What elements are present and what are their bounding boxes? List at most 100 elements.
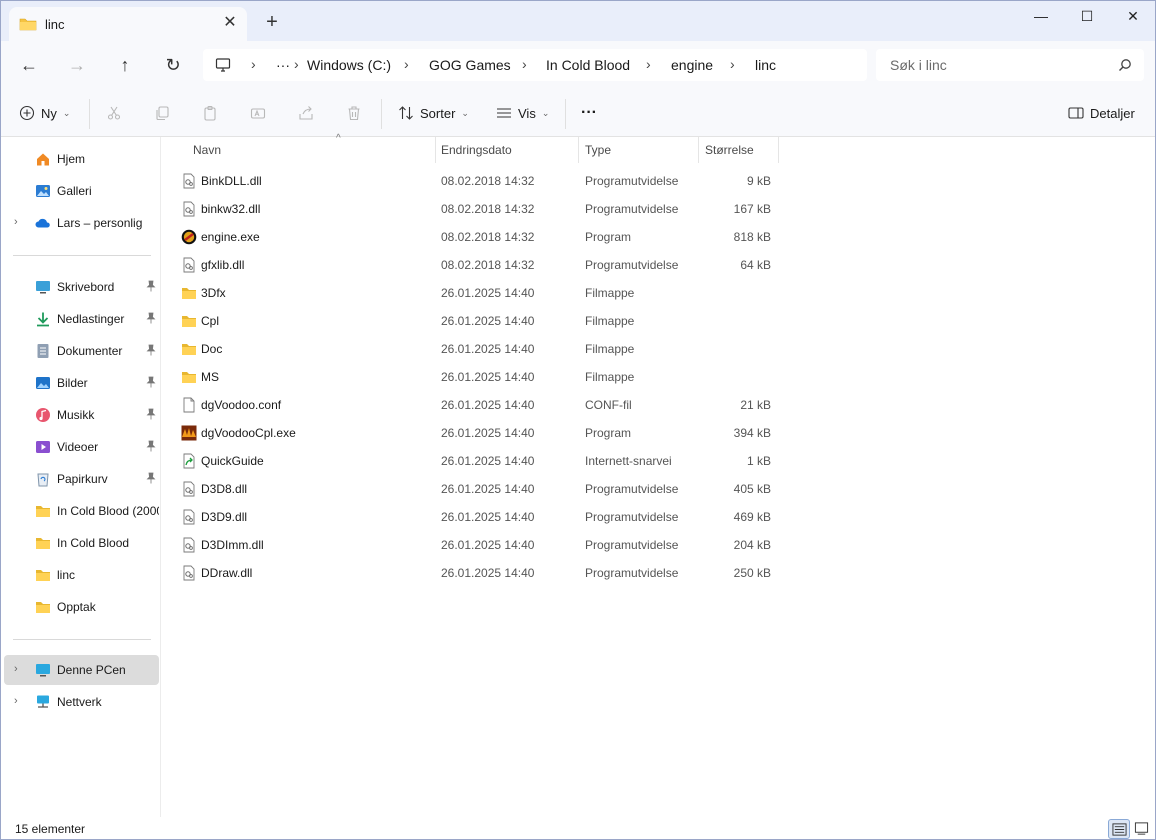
pin-icon[interactable]: [145, 344, 157, 356]
breadcrumb-gog-games[interactable]: GOG Games: [429, 57, 511, 73]
file-row[interactable]: Doc 26.01.2025 14:40 Filmappe: [162, 335, 802, 363]
chevron-right-icon[interactable]: ›: [14, 216, 18, 228]
details-view-button[interactable]: [1108, 819, 1130, 839]
forward-button[interactable]: →: [66, 55, 88, 77]
file-row[interactable]: binkw32.dll 08.02.2018 14:32 Programutvide…: [162, 195, 802, 223]
pin-icon[interactable]: [145, 440, 157, 452]
tab-close-button[interactable]: ✕: [221, 14, 239, 32]
file-row[interactable]: Cpl 26.01.2025 14:40 Filmappe: [162, 307, 802, 335]
pin-icon[interactable]: [145, 376, 157, 388]
large-icons-view-button[interactable]: [1131, 819, 1153, 839]
refresh-button[interactable]: ↻: [162, 55, 184, 77]
sidebar-item-desktop[interactable]: Skrivebord: [4, 272, 159, 302]
rename-button[interactable]: [250, 101, 266, 125]
sidebar-item-documents[interactable]: Dokumenter: [4, 336, 159, 366]
column-divider[interactable]: [778, 137, 779, 163]
sidebar-item-linc[interactable]: linc: [4, 560, 159, 590]
paste-icon: [204, 105, 216, 121]
file-date: 08.02.2018 14:32: [441, 258, 535, 272]
sidebar-item-recycle-bin[interactable]: Papirkurv: [4, 464, 159, 494]
file-row[interactable]: D3D8.dll 26.01.2025 14:40 Programutvidelse…: [162, 475, 802, 503]
folder-icon: [36, 570, 50, 581]
pin-icon[interactable]: [145, 312, 157, 324]
delete-button[interactable]: [346, 101, 362, 125]
sidebar-item-music[interactable]: Musikk: [4, 400, 159, 430]
breadcrumb-in-cold-blood[interactable]: In Cold Blood: [546, 57, 630, 73]
sidebar-item-pictures[interactable]: Bilder: [4, 368, 159, 398]
file-type: Filmappe: [585, 286, 635, 300]
tab-linc[interactable]: linc ✕: [9, 7, 247, 41]
file-row[interactable]: D3D9.dll 26.01.2025 14:40 Programutvidelse…: [162, 503, 802, 531]
sidebar-item-downloads[interactable]: Nedlastinger: [4, 304, 159, 334]
column-header-name[interactable]: ^ Navn: [193, 133, 435, 163]
chevron-down-icon: ⌄: [62, 107, 71, 118]
breadcrumb-engine[interactable]: engine: [671, 57, 713, 73]
new-button[interactable]: Ny ⌄: [19, 101, 70, 125]
file-row[interactable]: dgVoodooCpl.exe 26.01.2025 14:40 Program 39…: [162, 419, 802, 447]
back-button[interactable]: ←: [18, 55, 40, 77]
details-view-icon: [1112, 823, 1127, 836]
file-row[interactable]: dgVoodoo.conf 26.01.2025 14:40 CONF-fil 21 …: [162, 391, 802, 419]
column-divider[interactable]: [578, 137, 579, 163]
address-bar[interactable]: › ··· › Windows (C:) › GOG Games › In Co…: [203, 49, 867, 81]
maximize-button[interactable]: ☐: [1064, 1, 1110, 33]
file-name: engine.exe: [201, 230, 260, 244]
engine-exe-icon: [181, 229, 197, 245]
pin-icon[interactable]: [145, 408, 157, 420]
share-button[interactable]: [298, 101, 314, 125]
sidebar-item-gallery[interactable]: Galleri: [4, 176, 159, 206]
minimize-button[interactable]: —: [1018, 1, 1064, 33]
sidebar-item-in-cold-blood-2000[interactable]: In Cold Blood (2000): [4, 496, 159, 526]
cut-button[interactable]: [106, 101, 122, 125]
column-divider[interactable]: [698, 137, 699, 163]
breadcrumb-linc[interactable]: linc: [755, 57, 776, 73]
file-row[interactable]: DDraw.dll 26.01.2025 14:40 Programutvidels…: [162, 559, 802, 587]
file-row[interactable]: 3Dfx 26.01.2025 14:40 Filmappe: [162, 279, 802, 307]
search-box[interactable]: Søk i linc: [876, 49, 1144, 81]
more-options-button[interactable]: ···: [581, 101, 597, 125]
file-row[interactable]: MS 26.01.2025 14:40 Filmappe: [162, 363, 802, 391]
column-header-type[interactable]: Type: [585, 137, 695, 163]
sidebar-item-label: Galleri: [57, 184, 92, 198]
chevron-right-icon[interactable]: ›: [14, 663, 18, 675]
file-date: 26.01.2025 14:40: [441, 566, 535, 580]
breadcrumb-separator: ›: [404, 56, 409, 72]
sidebar-item-opptak[interactable]: Opptak: [4, 592, 159, 622]
up-button[interactable]: ↑: [114, 55, 136, 77]
sidebar-item-in-cold-blood[interactable]: In Cold Blood: [4, 528, 159, 558]
breadcrumb-more[interactable]: ···: [276, 57, 290, 73]
breadcrumb-separator: ›: [646, 56, 651, 72]
file-row[interactable]: engine.exe 08.02.2018 14:32 Program 818 kB: [162, 223, 802, 251]
file-row[interactable]: gfxlib.dll 08.02.2018 14:32 Programutvidel…: [162, 251, 802, 279]
chevron-right-icon[interactable]: ›: [14, 695, 18, 707]
file-row[interactable]: D3DImm.dll 26.01.2025 14:40 Programutvidel…: [162, 531, 802, 559]
divider: [13, 255, 151, 256]
file-row[interactable]: QuickGuide 26.01.2025 14:40 Internett-snar…: [162, 447, 802, 475]
close-window-button[interactable]: ✕: [1110, 1, 1155, 33]
column-header-date[interactable]: Endringsdato: [441, 137, 579, 163]
column-header-size[interactable]: Størrelse: [705, 137, 775, 163]
paste-button[interactable]: [202, 101, 218, 125]
pin-icon[interactable]: [145, 472, 157, 484]
details-pane-button[interactable]: Detaljer: [1068, 101, 1135, 125]
sidebar-item-videos[interactable]: Videoer: [4, 432, 159, 462]
sidebar-item-home[interactable]: Hjem: [4, 144, 159, 174]
sort-button[interactable]: Sorter ⌄: [398, 101, 469, 125]
dll-icon: [183, 565, 195, 581]
view-button[interactable]: Vis ⌄: [496, 101, 549, 125]
videos-icon: [36, 441, 50, 453]
sidebar-item-onedrive[interactable]: › Lars – personlig: [4, 208, 159, 238]
column-divider[interactable]: [435, 137, 436, 163]
breadcrumb-windows-c[interactable]: Windows (C:): [307, 57, 391, 73]
sidebar-item-label: Hjem: [57, 152, 86, 166]
folder-icon: [182, 344, 196, 355]
file-name: D3DImm.dll: [201, 538, 264, 552]
pin-icon[interactable]: [145, 280, 157, 292]
file-row[interactable]: BinkDLL.dll 08.02.2018 14:32 Programutvide…: [162, 167, 802, 195]
new-tab-button[interactable]: +: [263, 12, 281, 32]
sidebar-item-this-pc[interactable]: › Denne PCen: [4, 655, 159, 685]
sort-icon: [399, 106, 413, 120]
copy-button[interactable]: [154, 101, 170, 125]
sidebar-item-network[interactable]: › Nettverk: [4, 687, 159, 717]
folder-icon: [36, 602, 50, 613]
